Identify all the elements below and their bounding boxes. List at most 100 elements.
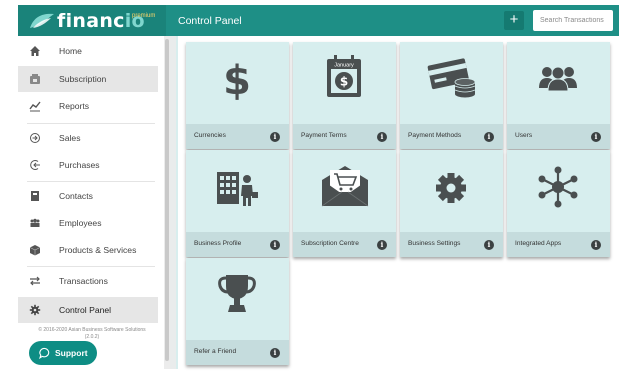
tile-footer: Integrated Apps i <box>507 232 610 257</box>
info-icon[interactable]: i <box>591 240 601 250</box>
chat-bubble-icon <box>39 347 50 359</box>
copyright-line: © 2016-2020 Asian Business Software Solu… <box>38 327 146 333</box>
info-icon[interactable]: i <box>377 240 387 250</box>
info-icon[interactable]: i <box>270 132 280 142</box>
copyright-text: © 2016-2020 Asian Business Software Solu… <box>28 327 156 341</box>
users-icon <box>539 66 577 92</box>
sidebar-item-label: Home <box>59 46 82 56</box>
page-title: Control Panel <box>178 15 242 27</box>
tile-footer: Subscription Centre i <box>293 232 396 257</box>
support-button[interactable]: Support <box>29 341 97 365</box>
sidebar-item-label: Sales <box>59 133 81 143</box>
tile-business-settings[interactable]: Business Settings i <box>400 150 503 257</box>
sidebar-item-label: Transactions <box>59 276 108 286</box>
sidebar-item-label: Products & Services <box>59 245 137 255</box>
tile-label: Subscription Centre <box>301 240 359 247</box>
employees-icon <box>30 218 40 227</box>
logo-badge: premium <box>132 13 156 19</box>
sidebar-item-label: Employees <box>59 218 102 228</box>
tile-icon-area <box>293 150 396 226</box>
tile-label: Business Profile <box>194 240 242 247</box>
trophy-icon <box>218 275 256 312</box>
contacts-book-icon <box>31 191 39 201</box>
box-icon <box>29 245 41 256</box>
tile-label: Currencies <box>194 132 226 139</box>
support-label: Support <box>55 348 88 358</box>
info-icon[interactable]: i <box>484 240 494 250</box>
purchases-icon <box>30 160 40 170</box>
sidebar-item-label: Purchases <box>59 160 100 170</box>
gear-icon <box>29 304 41 316</box>
tile-payment-terms[interactable]: January $ Payment Terms i <box>293 42 396 149</box>
tile-footer: Payment Methods i <box>400 124 503 149</box>
network-nodes-icon <box>538 166 578 208</box>
info-icon[interactable]: i <box>270 348 280 358</box>
sidebar-item-label: Subscription <box>59 74 107 84</box>
add-button[interactable]: + <box>504 11 524 30</box>
tile-icon-area <box>186 150 289 226</box>
credit-card-coins-icon <box>427 58 476 98</box>
tile-footer: Business Profile i <box>186 232 289 257</box>
calendar-month: January <box>334 63 354 69</box>
control-panel-grid: $ Currencies i January $ Payment Terms i… <box>178 36 619 369</box>
tile-label: Users <box>515 132 533 139</box>
version-text: (2.0.2) <box>84 334 100 340</box>
calendar-dollar-icon: January $ <box>327 55 361 97</box>
info-icon[interactable]: i <box>591 132 601 142</box>
info-icon[interactable]: i <box>377 132 387 142</box>
tile-label: Integrated Apps <box>515 240 562 247</box>
subscription-icon <box>30 74 40 84</box>
sidebar-scroll-thumb[interactable] <box>165 39 169 361</box>
sidebar-item-contacts[interactable]: Contacts <box>18 183 158 209</box>
tile-footer: Users i <box>507 124 610 149</box>
sidebar-item-subscription[interactable]: Subscription <box>18 66 158 92</box>
chart-line-icon <box>29 101 41 112</box>
tile-label: Payment Terms <box>301 132 347 139</box>
divider <box>27 123 155 124</box>
gear-icon <box>436 173 466 203</box>
sidebar-item-label: Reports <box>59 101 90 111</box>
sidebar-item-products-services[interactable]: Products & Services <box>18 237 158 263</box>
tile-icon-area <box>186 258 289 334</box>
sidebar-item-transactions[interactable]: Transactions <box>18 268 158 294</box>
divider <box>27 181 155 182</box>
logo-mark-icon <box>30 13 54 28</box>
sidebar-item-reports[interactable]: Reports <box>18 93 158 119</box>
tile-footer: Refer a Friend i <box>186 340 289 365</box>
sidebar-item-employees[interactable]: Employees <box>18 210 158 236</box>
cart-envelope-icon <box>321 166 369 207</box>
tile-icon-area: January $ <box>293 42 396 118</box>
sidebar-item-control-panel[interactable]: Control Panel <box>18 297 158 323</box>
logo[interactable]: financio premium <box>18 5 166 36</box>
tile-currencies[interactable]: $ Currencies i <box>186 42 289 149</box>
search-input[interactable] <box>533 10 613 31</box>
tile-footer: Payment Terms i <box>293 124 396 149</box>
home-icon <box>30 46 40 56</box>
svg-text:$: $ <box>223 58 251 101</box>
transactions-icon <box>30 276 40 286</box>
tile-icon-area <box>507 150 610 226</box>
app-window: financio premium Control Panel + Home Su… <box>18 5 619 369</box>
tile-icon-area <box>400 150 503 226</box>
tile-refer-a-friend[interactable]: Refer a Friend i <box>186 258 289 365</box>
info-icon[interactable]: i <box>270 240 280 250</box>
tile-business-profile[interactable]: Business Profile i <box>186 150 289 257</box>
tile-payment-methods[interactable]: Payment Methods i <box>400 42 503 149</box>
dollar-icon: $ <box>223 58 251 101</box>
tile-users[interactable]: Users i <box>507 42 610 149</box>
info-icon[interactable]: i <box>484 132 494 142</box>
sidebar-item-label: Contacts <box>59 191 93 201</box>
tile-icon-area <box>400 42 503 118</box>
tile-integrated-apps[interactable]: Integrated Apps i <box>507 150 610 257</box>
tile-icon-area: $ <box>186 42 289 118</box>
sidebar: Home Subscription Reports Sales Purchase… <box>18 36 164 369</box>
sidebar-item-label: Control Panel <box>59 305 112 315</box>
tile-subscription-centre[interactable]: Subscription Centre i <box>293 150 396 257</box>
sidebar-item-purchases[interactable]: Purchases <box>18 152 158 178</box>
tile-footer: Currencies i <box>186 124 289 149</box>
sidebar-item-sales[interactable]: Sales <box>18 125 158 151</box>
tile-footer: Business Settings i <box>400 232 503 257</box>
sidebar-item-home[interactable]: Home <box>18 38 158 64</box>
tile-icon-area <box>507 42 610 118</box>
svg-text:$: $ <box>340 75 348 89</box>
